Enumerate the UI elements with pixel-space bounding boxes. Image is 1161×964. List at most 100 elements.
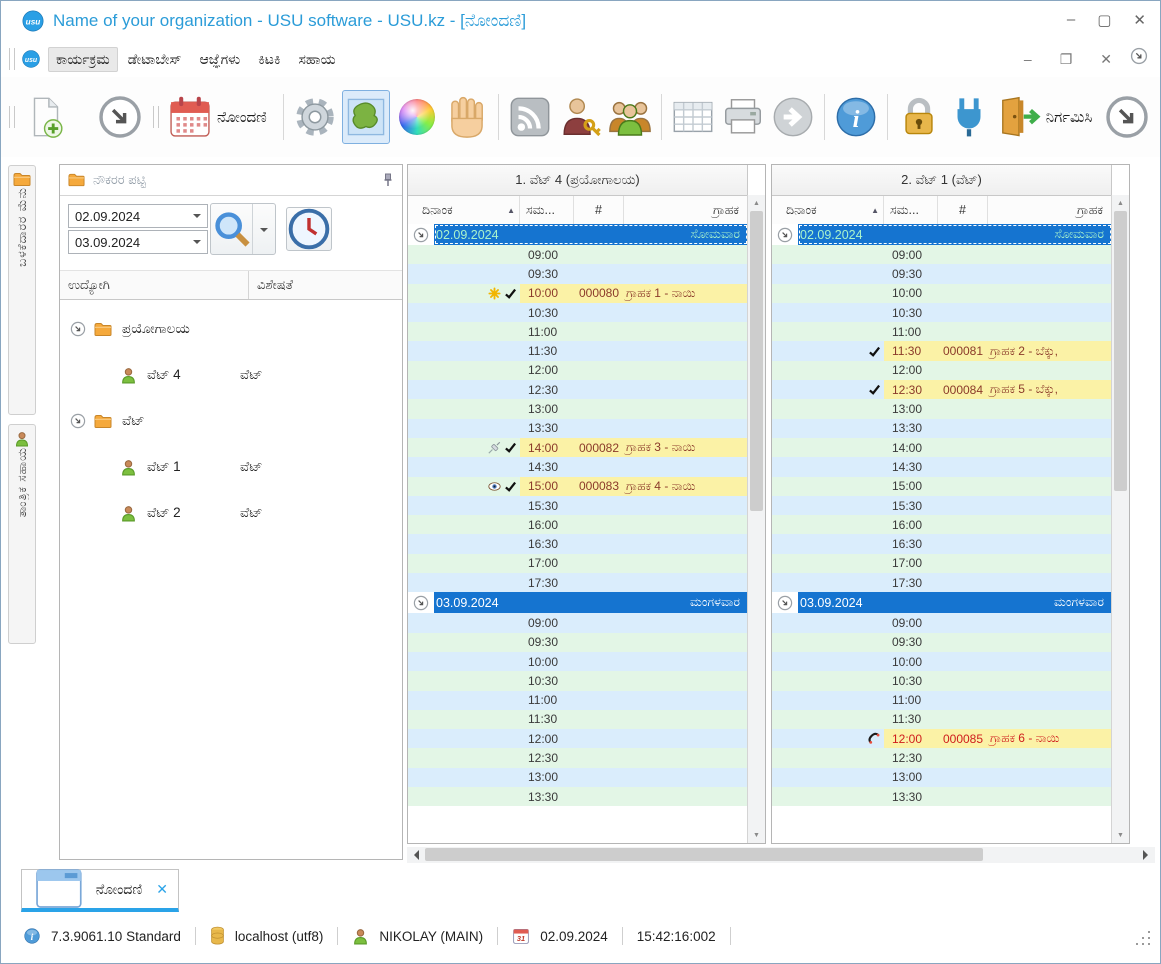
time-slot-row[interactable]: 09:00 [772, 245, 1112, 264]
colors-button[interactable] [394, 91, 440, 143]
mdi-minimize-button[interactable]: – [1024, 51, 1032, 67]
close-button[interactable]: ✕ [1133, 11, 1146, 29]
collapse-icon[interactable] [777, 595, 793, 611]
table-button[interactable] [670, 91, 716, 143]
collapse-icon[interactable] [777, 227, 793, 243]
time-slot-row[interactable]: 11:00 [772, 322, 1112, 341]
column-header-specialty[interactable]: ವಿಶೇಷತೆ [249, 271, 402, 299]
sidebar-tab-tech-support[interactable]: ತಾಂತ್ರಿಕ ಸಹಾಯ [8, 424, 36, 644]
menu-item-4[interactable]: ಸಹಾಯ [291, 47, 344, 72]
register-label[interactable]: ನೋಂದಣಿ [217, 109, 267, 126]
tree-row-employee[interactable]: ವೆಟ್ 4ವೆಟ್ [60, 352, 402, 398]
vertical-scroll-thumb[interactable] [750, 211, 763, 511]
map-button[interactable] [342, 90, 390, 144]
time-slot-row[interactable]: 11:30 [408, 341, 748, 360]
menu-item-2[interactable]: ಆಜ್ಞೆಗಳು [191, 47, 248, 72]
menubar-overflow-icon[interactable] [1130, 47, 1148, 65]
appointment-row[interactable]: 11:30000081ಗ್ರಾಹಕ 2 - ಬೆಕ್ಕು, [772, 341, 1112, 360]
toolbar-overflow-button[interactable] [1104, 91, 1150, 143]
mdi-restore-button[interactable]: ❐ [1060, 51, 1073, 68]
time-slot-row[interactable]: 09:30 [408, 264, 748, 283]
time-slot-row[interactable]: 11:30 [772, 710, 1112, 729]
time-slot-row[interactable]: 12:00 [772, 361, 1112, 380]
date-group-row[interactable]: 02.09.2024ಸೋಮವಾರ [408, 224, 748, 245]
time-slot-row[interactable]: 15:30 [408, 496, 748, 515]
time-slot-row[interactable]: 10:30 [772, 303, 1112, 322]
scroll-right-arrow[interactable] [1139, 847, 1155, 863]
minimize-button[interactable]: – [1067, 11, 1075, 29]
time-slot-row[interactable]: 10:30 [772, 671, 1112, 690]
time-slot-row[interactable]: 13:30 [408, 419, 748, 438]
tab-register[interactable]: ನೋಂದಣಿ ✕ [21, 869, 179, 912]
time-slot-row[interactable]: 09:30 [408, 633, 748, 652]
date-group-row[interactable]: 03.09.2024ಮಂಗಳವಾರ [408, 592, 748, 613]
time-slot-row[interactable]: 09:30 [772, 264, 1112, 283]
time-slot-row[interactable]: 13:00 [408, 399, 748, 418]
column-header-time[interactable]: ಸಮ... [520, 196, 574, 224]
time-slot-row[interactable]: 13:00 [772, 768, 1112, 787]
time-slot-row[interactable]: 17:30 [772, 573, 1112, 592]
time-slot-row[interactable]: 11:00 [408, 691, 748, 710]
appointment-row[interactable]: 12:30000084ಗ್ರಾಹಕ 5 - ಬೆಕ್ಕು, [772, 380, 1112, 399]
horizontal-scroll-thumb[interactable] [425, 848, 983, 861]
time-slot-row[interactable]: 13:00 [772, 399, 1112, 418]
search-button[interactable] [210, 203, 276, 255]
time-slot-row[interactable]: 10:00 [772, 284, 1112, 303]
time-slot-row[interactable]: 12:00 [408, 361, 748, 380]
tree-row-group[interactable]: ವೆಟ್ [60, 398, 402, 444]
next-button[interactable] [770, 91, 816, 143]
time-slot-row[interactable]: 13:30 [772, 419, 1112, 438]
time-slot-row[interactable]: 11:00 [772, 691, 1112, 710]
time-slot-row[interactable]: 10:00 [772, 652, 1112, 671]
scroll-down-arrow[interactable]: ▼ [748, 827, 765, 843]
exit-button[interactable] [996, 91, 1042, 143]
time-slot-row[interactable]: 09:30 [772, 633, 1112, 652]
appointment-row[interactable]: 12:00000085ಗ್ರಾಹಕ 6 - ನಾಯಿ [772, 729, 1112, 748]
register-button[interactable] [167, 91, 213, 143]
date-group-row[interactable]: 02.09.2024ಸೋಮವಾರ [772, 224, 1112, 245]
time-slot-row[interactable]: 14:30 [772, 457, 1112, 476]
column-header-customer[interactable]: ಗ್ರಾಹಕ [624, 196, 747, 224]
time-slot-row[interactable]: 13:30 [408, 787, 748, 806]
time-slot-row[interactable]: 13:30 [772, 787, 1112, 806]
time-slot-row[interactable]: 09:00 [408, 613, 748, 632]
time-slot-row[interactable]: 10:30 [408, 303, 748, 322]
column-header-number[interactable]: # [938, 196, 988, 224]
collapse-icon[interactable] [413, 595, 429, 611]
time-slot-row[interactable]: 16:00 [408, 515, 748, 534]
menu-item-3[interactable]: ಕಿಟಕಿ [250, 47, 288, 72]
vertical-scroll-thumb[interactable] [1114, 211, 1127, 491]
users-button[interactable] [607, 91, 653, 143]
tree-row-employee[interactable]: ವೆಟ್ 2ವೆಟ್ [60, 490, 402, 536]
lock-button[interactable] [896, 91, 942, 143]
menu-item-1[interactable]: ಡೇಟಾಬೇಸ್ [120, 47, 190, 72]
collapse-icon[interactable] [413, 227, 429, 243]
column-header-employee[interactable]: ಉದ್ಯೋಗಿ [60, 271, 249, 299]
appointment-row[interactable]: 14:00000082ಗ್ರಾಹಕ 3 - ನಾಯಿ [408, 438, 748, 457]
date-group-row[interactable]: 03.09.2024ಮಂಗಳವಾರ [772, 592, 1112, 613]
time-slot-row[interactable]: 17:00 [408, 554, 748, 573]
feed-button[interactable] [507, 91, 553, 143]
hand-button[interactable] [444, 91, 490, 143]
appointment-row[interactable]: 15:00000083ಗ್ರಾಹಕ 4 - ನಾಯಿ [408, 477, 748, 496]
info-button[interactable]: i [833, 91, 879, 143]
column-header-time[interactable]: ಸಮ... [884, 196, 938, 224]
tree-row-group[interactable]: ಪ್ರಯೋಗಾಲಯ [60, 306, 402, 352]
toolbar-grip2[interactable] [9, 106, 15, 128]
tree-row-employee[interactable]: ವೆಟ್ 1ವೆಟ್ [60, 444, 402, 490]
time-slot-row[interactable]: 09:00 [408, 245, 748, 264]
vertical-scrollbar[interactable]: ▲▼ [1111, 195, 1129, 843]
time-slot-row[interactable]: 10:00 [408, 652, 748, 671]
date-from-input[interactable]: 02.09.2024 [68, 204, 208, 228]
time-slot-row[interactable]: 16:30 [408, 534, 748, 553]
time-slot-row[interactable]: 15:30 [772, 496, 1112, 515]
time-slot-row[interactable]: 13:00 [408, 768, 748, 787]
pin-icon[interactable] [382, 173, 394, 187]
toolbar-grip[interactable] [9, 48, 15, 70]
scroll-up-arrow[interactable]: ▲ [1112, 195, 1129, 211]
time-slot-row[interactable]: 11:00 [408, 322, 748, 341]
menu-item-0[interactable]: ಕಾರ್ಯಕ್ರಮ [48, 47, 118, 72]
exit-label[interactable]: ನಿರ್ಗಮಿಸಿ [1046, 109, 1093, 126]
column-header-date[interactable]: ದಿನಾಂಕ▲ [408, 196, 520, 224]
column-header-number[interactable]: # [574, 196, 624, 224]
